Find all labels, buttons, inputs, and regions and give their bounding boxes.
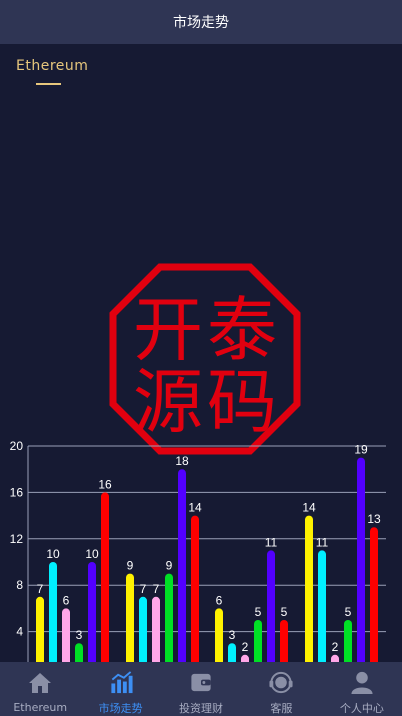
nav-item-invest[interactable]: 投资理财: [161, 662, 241, 716]
y-tick-label: 16: [10, 485, 24, 499]
bar-value-label: 14: [302, 501, 316, 515]
bar-value-label: 16: [98, 477, 112, 491]
chart-bar: [36, 596, 44, 670]
market-bar-chart: 4 8 12 16 20 7 10 6 3 10 16 9 7 7 9 18 14 6 3 2 5 11 5 14 11 2 5 19…: [0, 430, 402, 670]
chart-bar: [191, 515, 199, 670]
bar-value-label: 7: [37, 582, 44, 596]
page-title: 市场走势: [173, 15, 229, 31]
bar-value-label: 5: [281, 605, 288, 619]
bar-value-label: 10: [85, 547, 99, 561]
chart-bar: [267, 550, 275, 670]
home-icon: [29, 673, 52, 693]
bar-value-label: 11: [265, 535, 278, 549]
tab-ethereum[interactable]: Ethereum: [16, 58, 88, 74]
chart-bar: [357, 457, 365, 670]
nav-label: 个人中心: [339, 702, 384, 715]
headset-icon: [269, 671, 293, 694]
watermark-seal: 开 泰 源 码: [108, 262, 302, 456]
chart-bar: [305, 515, 313, 670]
y-tick-label: 12: [10, 532, 24, 546]
bar-value-label: 7: [153, 582, 160, 596]
chart-bar: [62, 608, 70, 670]
chart-bar: [165, 573, 173, 670]
bar-value-label: 13: [367, 512, 381, 526]
y-tick-label: 8: [16, 578, 23, 592]
bar-value-label: 5: [345, 605, 352, 619]
chart-bar: [178, 469, 186, 670]
y-tick-label: 4: [16, 625, 23, 639]
chart-bar: [126, 573, 134, 670]
nav-label: Ethereum: [13, 701, 68, 714]
bar-value-label: 14: [188, 501, 202, 515]
wallet-icon: [191, 673, 211, 692]
chart-bar: [215, 608, 223, 670]
nav-label: 投资理财: [179, 702, 224, 715]
bar-value-label: 6: [63, 593, 70, 607]
bottom-nav: Ethereum 市场走势 投资理财 客服 个人中心: [0, 662, 402, 716]
bar-value-label: 3: [229, 628, 236, 642]
coin-tabs: Ethereum: [16, 58, 88, 85]
chart-bar: [152, 596, 160, 670]
user-icon: [351, 671, 373, 695]
bar-value-label: 9: [127, 559, 134, 573]
nav-item-profile[interactable]: 个人中心: [322, 662, 402, 716]
chart-bar: [318, 550, 326, 670]
chart-bar: [49, 562, 57, 670]
y-tick-label: 20: [10, 439, 24, 453]
nav-item-market[interactable]: 市场走势: [80, 662, 160, 716]
chart-bar: [88, 562, 96, 670]
bar-value-label: 6: [216, 593, 223, 607]
header-bar: 市场走势: [0, 0, 402, 44]
bar-value-label: 7: [140, 582, 147, 596]
chart-bar: [101, 492, 109, 670]
chart-bar: [139, 596, 147, 670]
bar-value-label: 11: [316, 535, 329, 549]
seal-char: 泰: [207, 289, 277, 371]
tab-label: Ethereum: [16, 58, 89, 74]
bar-value-label: 9: [166, 559, 173, 573]
bar-value-label: 2: [242, 640, 249, 654]
bar-chart-icon: [110, 671, 133, 694]
bar-value-label: 19: [354, 443, 368, 457]
bar-value-label: 18: [175, 454, 189, 468]
nav-label: 市场走势: [98, 702, 143, 715]
bar-value-label: 2: [332, 640, 339, 654]
nav-item-ethereum[interactable]: Ethereum: [0, 662, 80, 716]
nav-item-support[interactable]: 客服: [241, 662, 321, 716]
bar-value-label: 3: [76, 628, 83, 642]
bar-value-label: 10: [46, 547, 60, 561]
seal-char: 开: [133, 289, 203, 371]
chart-bar: [370, 527, 378, 670]
bar-value-label: 5: [255, 605, 262, 619]
tab-active-indicator: [36, 83, 61, 85]
nav-label: 客服: [270, 702, 293, 715]
